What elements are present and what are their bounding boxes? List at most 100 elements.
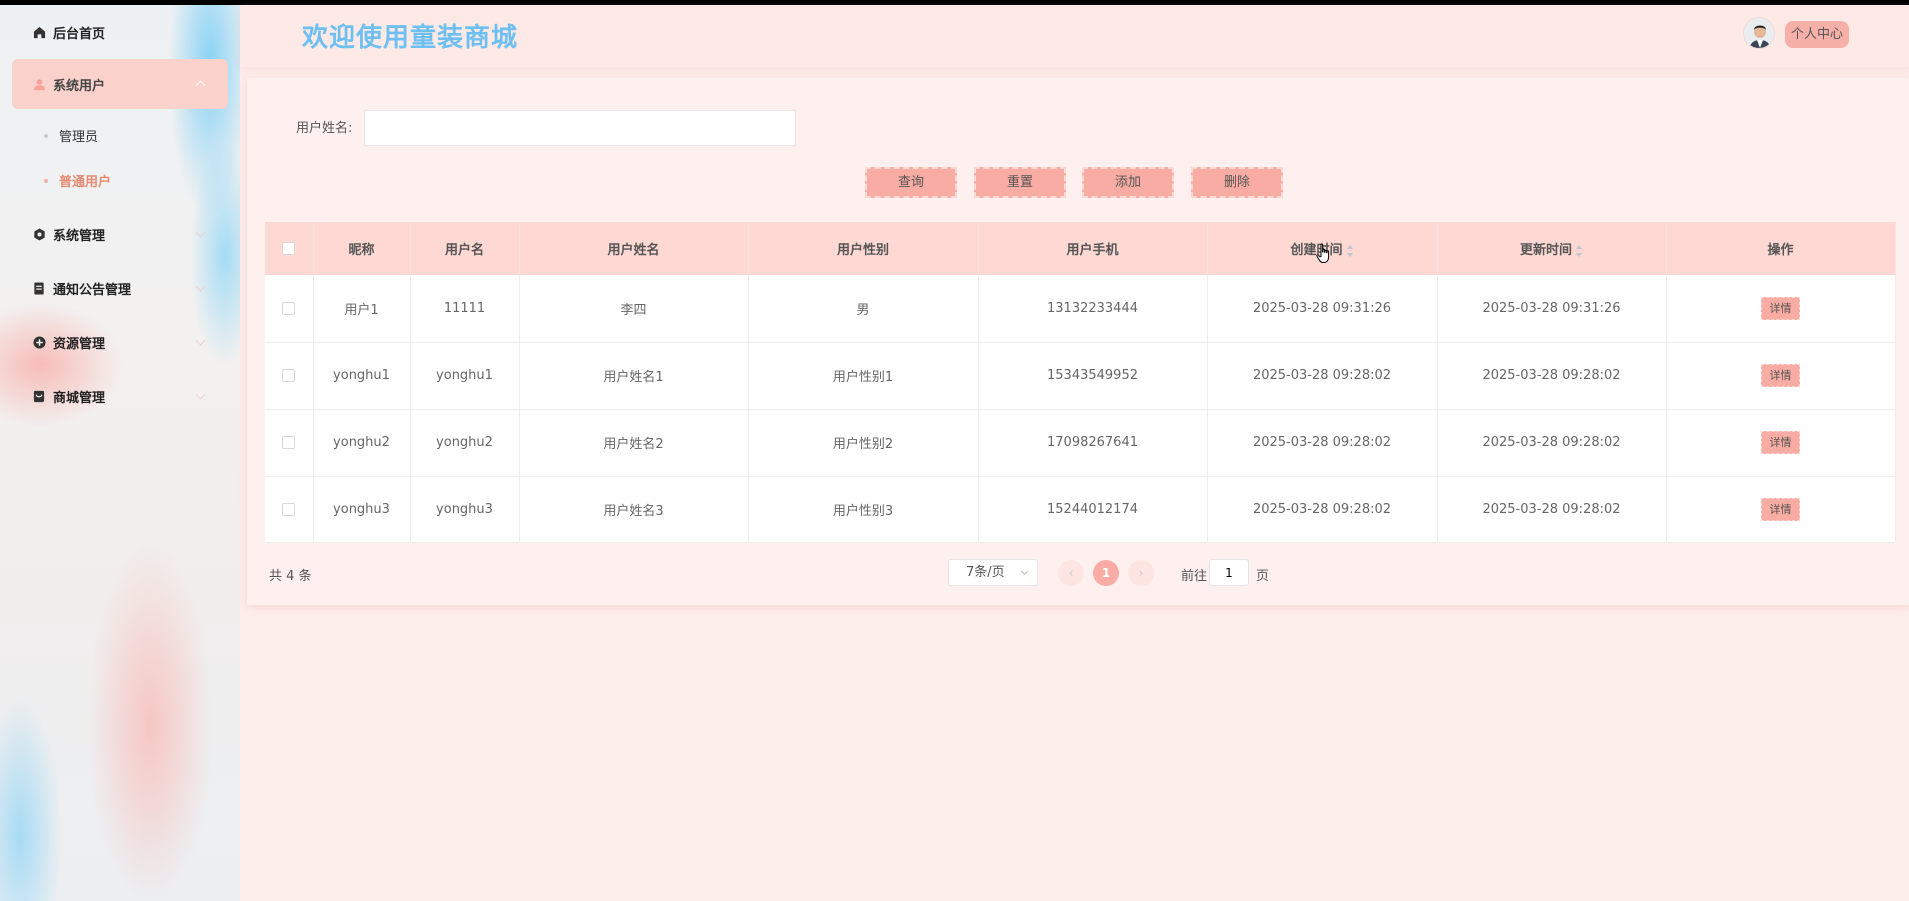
sidebar: 后台首页 系统用户 管理员 普通用户 系统管理 通知公告管理 资源管理 商城管理 xyxy=(0,5,240,901)
user-icon xyxy=(32,77,46,91)
sidebar-subitem-regular-users[interactable]: 普通用户 xyxy=(0,158,240,203)
cell-realname: 用户姓名1 xyxy=(519,342,749,410)
page-size-value: 7条/页 xyxy=(966,565,1005,580)
detail-button[interactable]: 详情 xyxy=(1761,364,1800,387)
sidebar-item-shop[interactable]: 商城管理 xyxy=(0,369,240,423)
row-checkbox[interactable] xyxy=(282,301,296,315)
add-button[interactable]: 添加 xyxy=(1082,167,1174,198)
cell-username: yonghu1 xyxy=(410,342,520,410)
cell-action: 详情 xyxy=(1666,409,1896,477)
chevron-down-icon xyxy=(195,335,206,346)
cell-realname: 用户姓名2 xyxy=(519,409,749,477)
sidebar-subitem-admin[interactable]: 管理员 xyxy=(0,113,240,158)
column-header: 用户手机 xyxy=(978,222,1208,275)
cell-gender: 用户性别3 xyxy=(748,476,979,543)
sidebar-item-system-users[interactable]: 系统用户 xyxy=(12,59,228,109)
table-row: 用户1 11111 李四 男 13132233444 2025-03-28 09… xyxy=(265,275,1896,343)
next-page-button[interactable]: › xyxy=(1128,560,1154,586)
cell-gender: 用户性别1 xyxy=(748,342,979,410)
row-checkbox[interactable] xyxy=(282,369,296,382)
goto-page-input[interactable] xyxy=(1209,559,1249,586)
page-number-button[interactable]: 1 xyxy=(1093,560,1119,586)
chevron-up-icon xyxy=(195,80,206,91)
column-header: 昵称 xyxy=(313,222,411,275)
bullet-icon xyxy=(44,133,48,138)
submenu-system-users: 管理员 普通用户 xyxy=(0,109,240,207)
chevron-down-icon xyxy=(195,389,206,400)
chevron-left-icon: ‹ xyxy=(1068,566,1074,580)
cell-updated: 2025-03-28 09:28:02 xyxy=(1437,409,1667,477)
cell-username: yonghu2 xyxy=(410,409,520,477)
row-select-cell xyxy=(265,476,314,543)
row-select-cell xyxy=(265,342,314,410)
sidebar-item-home[interactable]: 后台首页 xyxy=(0,5,240,59)
detail-button[interactable]: 详情 xyxy=(1761,431,1800,454)
cell-nickname: yonghu2 xyxy=(313,409,411,477)
plus-circle-icon xyxy=(32,335,46,349)
cell-created: 2025-03-28 09:28:02 xyxy=(1207,409,1438,477)
users-table: 昵称 用户名 用户姓名 用户性别 用户手机 创建时间 更新时间 操作 用户1 1… xyxy=(265,222,1896,543)
table-header-row: 昵称 用户名 用户姓名 用户性别 用户手机 创建时间 更新时间 操作 xyxy=(265,222,1896,275)
cell-phone: 15343549952 xyxy=(978,342,1208,410)
select-all-checkbox[interactable] xyxy=(282,242,296,255)
cell-gender: 男 xyxy=(748,275,979,343)
cell-realname: 李四 xyxy=(519,275,749,343)
total-count: 共 4 条 xyxy=(269,569,312,584)
sidebar-item-label: 资源管理 xyxy=(53,336,106,352)
column-header-updated-time[interactable]: 更新时间 xyxy=(1437,222,1667,275)
sidebar-item-label: 系统管理 xyxy=(53,228,106,244)
column-header: 用户性别 xyxy=(748,222,979,275)
delete-button[interactable]: 删除 xyxy=(1191,167,1283,198)
bullet-icon xyxy=(44,178,48,183)
table-row: yonghu2 yonghu2 用户姓名2 用户性别2 17098267641 … xyxy=(265,409,1896,477)
cell-updated: 2025-03-28 09:28:02 xyxy=(1437,342,1667,410)
column-header: 用户姓名 xyxy=(519,222,749,275)
chevron-right-icon: › xyxy=(1138,566,1144,580)
sidebar-menu: 后台首页 系统用户 管理员 普通用户 系统管理 通知公告管理 资源管理 商城管理 xyxy=(0,5,240,423)
row-checkbox[interactable] xyxy=(282,436,296,449)
table-row: yonghu3 yonghu3 用户姓名3 用户性别3 15244012174 … xyxy=(265,476,1896,543)
row-select-cell xyxy=(265,409,314,477)
sidebar-item-resources[interactable]: 资源管理 xyxy=(0,315,240,369)
profile-button[interactable]: 个人中心 xyxy=(1785,21,1850,48)
select-all-cell xyxy=(265,222,314,275)
username-search-input[interactable] xyxy=(364,110,796,146)
sort-icon[interactable] xyxy=(1346,244,1354,257)
sidebar-item-label: 商城管理 xyxy=(53,390,106,406)
cell-nickname: 用户1 xyxy=(313,275,411,343)
sidebar-subitem-label: 普通用户 xyxy=(59,175,112,190)
sidebar-item-notices[interactable]: 通知公告管理 xyxy=(0,261,240,315)
query-button[interactable]: 查询 xyxy=(865,167,957,198)
notice-icon xyxy=(32,281,46,295)
page-size-select[interactable]: 7条/页 xyxy=(948,559,1038,586)
sidebar-item-system-management[interactable]: 系统管理 xyxy=(0,207,240,261)
chevron-down-icon xyxy=(195,227,206,238)
reset-button[interactable]: 重置 xyxy=(974,167,1066,198)
detail-button[interactable]: 详情 xyxy=(1761,497,1800,521)
main-card: 用户姓名: 查询 重置 添加 删除 昵称 用户名 用户姓名 用户性别 用户手机 … xyxy=(247,78,1909,605)
cell-created: 2025-03-28 09:31:26 xyxy=(1207,275,1438,343)
hand-cursor-icon xyxy=(1316,243,1332,269)
search-label: 用户姓名: xyxy=(296,121,353,136)
cell-created: 2025-03-28 09:28:02 xyxy=(1207,476,1438,543)
row-checkbox[interactable] xyxy=(282,502,296,516)
cell-nickname: yonghu3 xyxy=(313,476,411,543)
cell-username: 11111 xyxy=(410,275,520,343)
detail-button[interactable]: 详情 xyxy=(1761,296,1800,320)
table-row: yonghu1 yonghu1 用户姓名1 用户性别1 15343549952 … xyxy=(265,342,1896,410)
cell-phone: 15244012174 xyxy=(978,476,1208,543)
sidebar-item-label: 后台首页 xyxy=(53,26,106,42)
cell-realname: 用户姓名3 xyxy=(519,476,749,543)
chevron-down-icon xyxy=(1020,567,1029,576)
shop-icon xyxy=(32,389,46,403)
row-select-cell xyxy=(265,275,314,343)
sort-icon[interactable] xyxy=(1576,244,1583,257)
home-icon xyxy=(32,25,46,39)
cell-phone: 17098267641 xyxy=(978,409,1208,477)
cell-action: 详情 xyxy=(1666,275,1896,343)
cell-nickname: yonghu1 xyxy=(313,342,411,410)
column-header: 用户名 xyxy=(410,222,520,275)
avatar[interactable] xyxy=(1743,17,1775,49)
prev-page-button[interactable]: ‹ xyxy=(1058,560,1084,586)
cell-action: 详情 xyxy=(1666,476,1896,543)
